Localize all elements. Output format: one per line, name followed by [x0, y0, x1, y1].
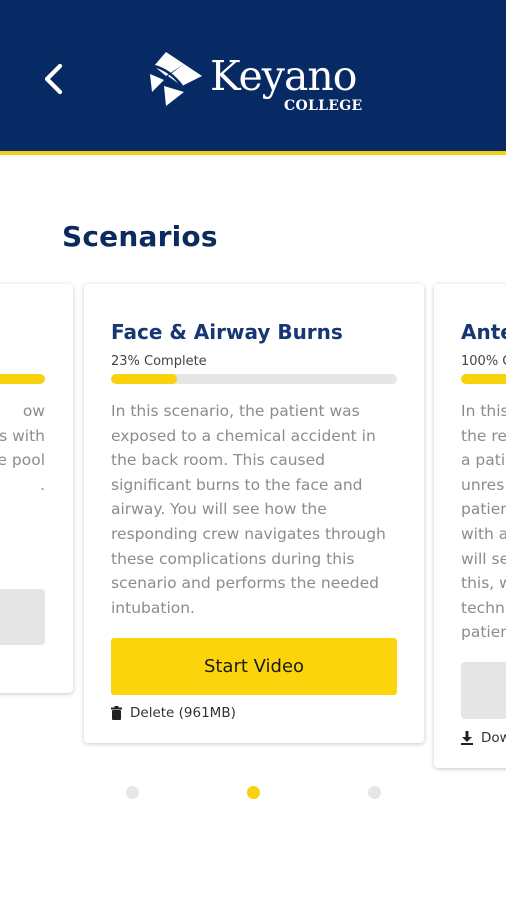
scenario-card-next[interactable]: Ante 100% C In this the re a pati unres … [434, 284, 506, 768]
carousel-pager [0, 786, 506, 802]
scenario-title: Face & Airway Burns [111, 320, 343, 344]
scenario-description: In this scenario, the patient was expose… [111, 402, 386, 617]
delete-download-button[interactable]: Delete (961MB) [111, 705, 236, 721]
logo-subtitle: COLLEGE [284, 98, 363, 114]
back-button[interactable] [36, 58, 74, 100]
progress-bar [0, 374, 45, 384]
download-button[interactable]: Dow [461, 730, 506, 746]
college-logo: Keyano COLLEGE [144, 46, 374, 120]
scenario-card-face-airway-burns[interactable]: Face & Airway Burns 23% Complete In this… [84, 284, 424, 743]
progress-bar-fill [0, 374, 45, 384]
download-video-button[interactable] [461, 662, 506, 719]
start-video-button[interactable]: Start Video [111, 638, 397, 695]
pager-dot-1[interactable] [126, 786, 139, 799]
progress-bar [111, 374, 397, 384]
progress-label: 23% Complete [111, 354, 207, 369]
logo-name: Keyano [210, 52, 357, 100]
app-header: Keyano COLLEGE [0, 0, 506, 155]
progress-bar-fill [461, 374, 506, 384]
pager-dot-3[interactable] [368, 786, 381, 799]
trash-icon [111, 706, 122, 720]
chevron-left-icon [44, 63, 63, 95]
download-video-button[interactable] [0, 589, 45, 645]
scenario-description: ow s with e pool . [0, 402, 45, 494]
progress-bar [461, 374, 506, 384]
download-label: Dow [481, 730, 506, 746]
scenario-title: Ante [461, 320, 506, 344]
scenario-card-previous[interactable]: ow s with e pool . [0, 284, 73, 693]
delete-label: Delete (961MB) [130, 705, 236, 721]
pager-dot-2[interactable] [247, 786, 260, 799]
progress-label: 100% C [461, 354, 506, 369]
progress-bar-fill [111, 374, 177, 384]
page-title: Scenarios [62, 220, 218, 253]
keyano-logo-mark-icon [150, 52, 202, 106]
scenario-description: In this the re a pati unres patien with … [461, 402, 506, 642]
download-icon [461, 731, 473, 745]
